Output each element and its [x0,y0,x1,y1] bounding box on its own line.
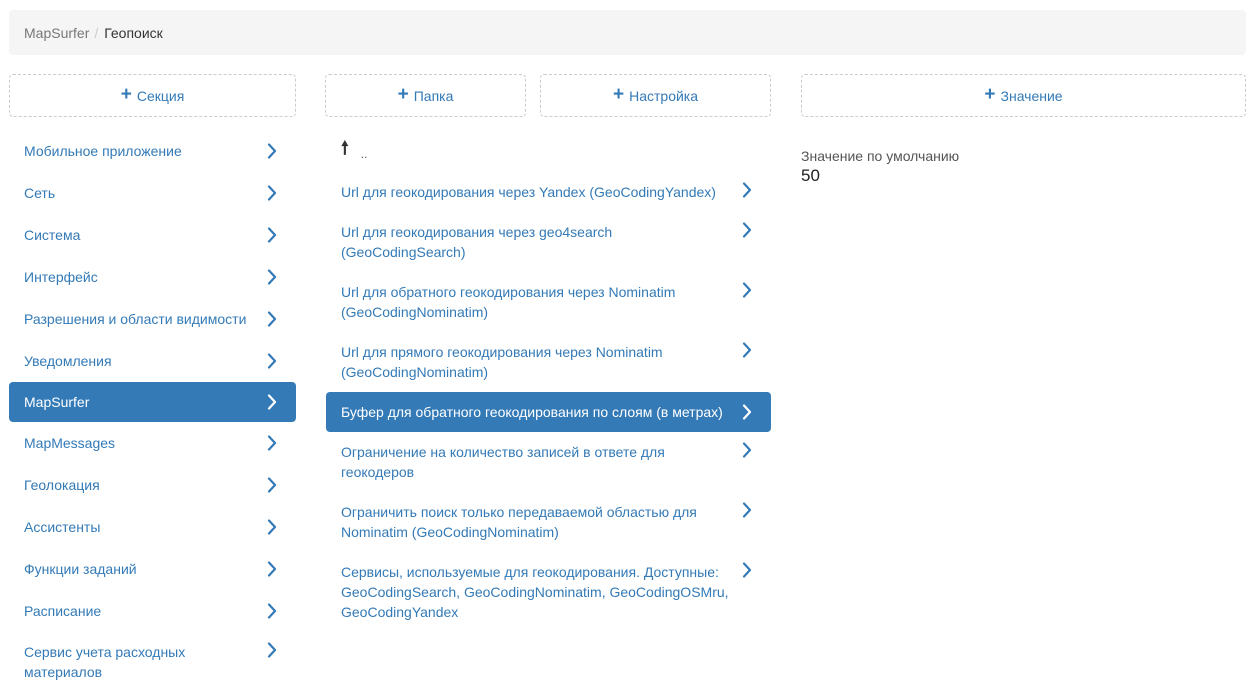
section-label: Интерфейс [24,269,98,285]
setting-label: Url для прямого геокодирования через Nom… [341,344,663,380]
arrow-up-icon: 🠕 [341,138,349,158]
section-label: Сервис учета расходных материалов [24,644,186,680]
section-item-permissions[interactable]: Разрешения и области видимости [9,298,296,340]
chevron-right-icon [264,435,280,451]
add-setting-button[interactable]: + Настройка [540,74,771,117]
setting-label: Ограничить поиск только передаваемой обл… [341,504,697,540]
section-label: MapSurfer [24,394,90,410]
chevron-right-icon [264,477,280,493]
chevron-right-icon [739,182,755,198]
chevron-right-icon [264,185,280,201]
section-item-system[interactable]: Система [9,214,296,256]
section-item-consumables[interactable]: Сервис учета расходных материалов [9,632,296,692]
folder-up-label: .. [360,147,368,161]
chevron-right-icon [739,442,755,458]
setting-item-url-direct-nominatim[interactable]: Url для прямого геокодирования через Nom… [326,332,771,392]
section-label: Мобильное приложение [24,143,182,159]
setting-item-record-limit[interactable]: Ограничение на количество записей в отве… [326,432,771,492]
chevron-right-icon [739,342,755,358]
section-item-geolocation[interactable]: Геолокация [9,464,296,506]
add-section-button[interactable]: + Секция [9,74,296,117]
section-item-interface[interactable]: Интерфейс [9,256,296,298]
add-folder-button[interactable]: + Папка [325,74,526,117]
section-label: Ассистенты [24,519,101,535]
folder-up-item[interactable]: 🠕 .. [326,130,771,172]
section-item-network[interactable]: Сеть [9,172,296,214]
chevron-right-icon [264,227,280,243]
setting-label: Url для геокодирования через geo4search … [341,224,613,260]
section-label: Функции заданий [24,561,137,577]
chevron-right-icon [739,404,755,420]
section-label: Расписание [24,603,102,619]
section-label: MapMessages [24,435,116,451]
setting-label: Буфер для обратного геокодирования по сл… [341,404,723,420]
setting-label: Url для обратного геокодирования через N… [341,284,676,320]
chevron-right-icon [264,311,280,327]
chevron-right-icon [264,603,280,619]
breadcrumb-current: Геопоиск [104,24,163,41]
section-label: Разрешения и области видимости [24,311,247,327]
section-item-notifications[interactable]: Уведомления [9,340,296,382]
chevron-right-icon [264,642,280,658]
setting-label: Ограничение на количество записей в отве… [341,444,665,480]
plus-icon: + [120,84,132,105]
plus-icon: + [612,84,625,105]
section-item-task-functions[interactable]: Функции заданий [9,548,296,590]
settings-list: 🠕 .. Url для геокодирования через Yandex… [326,130,771,632]
setting-item-url-reverse-nominatim[interactable]: Url для обратного геокодирования через N… [326,272,771,332]
section-item-mapsurfer[interactable]: MapSurfer [9,382,296,422]
chevron-right-icon [264,561,280,577]
plus-icon: + [397,84,409,105]
section-item-schedule[interactable]: Расписание [9,590,296,632]
section-label: Геолокация [24,477,100,493]
section-label: Уведомления [24,353,112,369]
default-value: 50 [801,166,820,185]
setting-item-url-yandex[interactable]: Url для геокодирования через Yandex (Geo… [326,172,771,212]
chevron-right-icon [739,502,755,518]
add-folder-label: Папка [413,87,454,104]
chevron-right-icon [264,143,280,159]
add-setting-label: Настройка [629,87,699,104]
default-value-label: Значение по умолчанию [801,148,960,164]
value-panel: Значение по умолчанию 50 [801,148,959,186]
sections-list: Мобильное приложение Сеть Система Интерф… [9,130,296,692]
breadcrumb: MapSurfer / Геопоиск [9,10,1246,55]
plus-icon: + [984,84,996,105]
setting-label: Сервисы, используемые для геокодирования… [341,564,729,620]
chevron-right-icon [264,394,280,410]
breadcrumb-root[interactable]: MapSurfer [24,25,89,41]
section-item-assistants[interactable]: Ассистенты [9,506,296,548]
setting-item-url-geo4search[interactable]: Url для геокодирования через geo4search … [326,212,771,272]
breadcrumb-separator: / [94,24,99,41]
section-item-mobile-app[interactable]: Мобильное приложение [9,130,296,172]
setting-item-reverse-buffer[interactable]: Буфер для обратного геокодирования по сл… [326,392,771,432]
setting-label: Url для геокодирования через Yandex (Geo… [341,184,716,200]
setting-item-restrict-area[interactable]: Ограничить поиск только передаваемой обл… [326,492,771,552]
chevron-right-icon [739,222,755,238]
add-value-label: Значение [1000,87,1063,104]
chevron-right-icon [264,519,280,535]
chevron-right-icon [739,562,755,578]
chevron-right-icon [264,353,280,369]
section-label: Система [24,227,81,243]
add-section-label: Секция [136,87,185,104]
chevron-right-icon [739,282,755,298]
section-item-mapmessages[interactable]: MapMessages [9,422,296,464]
add-value-button[interactable]: + Значение [801,74,1246,117]
chevron-right-icon [264,269,280,285]
section-label: Сеть [24,185,56,201]
setting-item-services[interactable]: Сервисы, используемые для геокодирования… [326,552,771,632]
